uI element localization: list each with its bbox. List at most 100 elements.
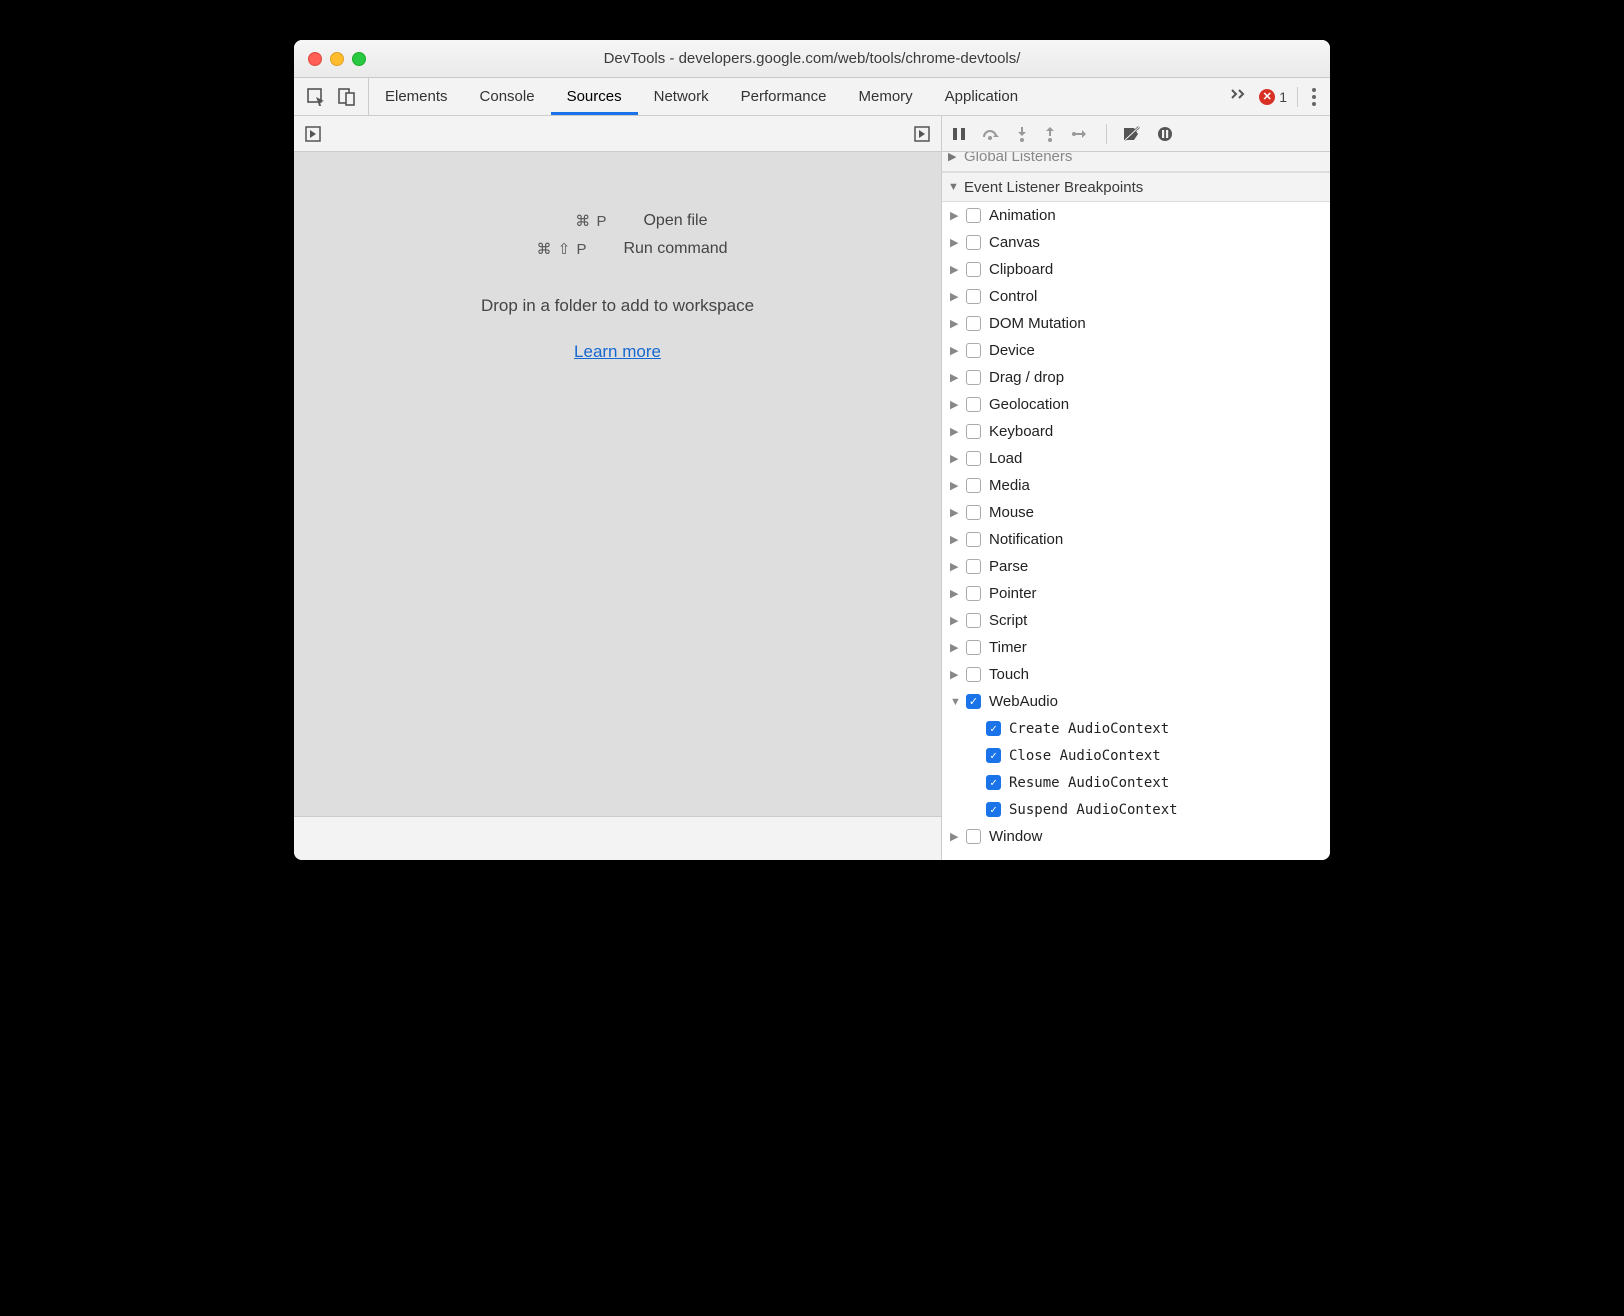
maximize-window-button[interactable] (352, 52, 366, 66)
category-checkbox[interactable] (966, 370, 981, 385)
category-checkbox[interactable] (966, 451, 981, 466)
tab-application[interactable]: Application (929, 78, 1034, 115)
run-command-shortcut: ⌘ ⇧ P (507, 240, 587, 258)
event-category[interactable]: Device (942, 337, 1330, 364)
event-category[interactable]: Keyboard (942, 418, 1330, 445)
event-breakpoint-item[interactable]: Resume AudioContext (942, 769, 1330, 796)
category-checkbox[interactable] (966, 289, 981, 304)
chevron-right-icon (950, 371, 962, 384)
breakpoint-checkbox[interactable] (986, 775, 1001, 790)
event-breakpoint-item[interactable]: Create AudioContext (942, 715, 1330, 742)
step-icon[interactable] (1072, 128, 1090, 140)
category-label: Parse (989, 558, 1028, 575)
show-navigator-icon[interactable] (304, 125, 322, 143)
settings-menu-icon[interactable] (1312, 88, 1316, 106)
category-checkbox[interactable] (966, 262, 981, 277)
category-label: Script (989, 612, 1027, 629)
body: ⌘ P Open file ⌘ ⇧ P Run command Drop in … (294, 116, 1330, 860)
category-checkbox[interactable] (966, 586, 981, 601)
category-checkbox[interactable] (966, 397, 981, 412)
tab-console[interactable]: Console (464, 78, 551, 115)
event-category[interactable]: WebAudio (942, 688, 1330, 715)
learn-more-link[interactable]: Learn more (574, 342, 661, 362)
category-checkbox[interactable] (966, 532, 981, 547)
chevron-right-icon (950, 614, 962, 627)
category-checkbox[interactable] (966, 208, 981, 223)
breakpoint-label: Close AudioContext (1009, 748, 1161, 764)
event-breakpoint-item[interactable]: Close AudioContext (942, 742, 1330, 769)
event-category[interactable]: Geolocation (942, 391, 1330, 418)
device-toolbar-icon[interactable] (338, 87, 356, 107)
category-checkbox[interactable] (966, 478, 981, 493)
category-checkbox[interactable] (966, 613, 981, 628)
pause-on-exceptions-icon[interactable] (1157, 126, 1173, 142)
tab-elements[interactable]: Elements (369, 78, 464, 115)
event-category[interactable]: Media (942, 472, 1330, 499)
show-debugger-icon[interactable] (913, 125, 931, 143)
devtools-window: DevTools - developers.google.com/web/too… (294, 40, 1330, 860)
inspect-controls (294, 78, 369, 115)
event-category[interactable]: Notification (942, 526, 1330, 553)
tab-memory[interactable]: Memory (843, 78, 929, 115)
tab-performance[interactable]: Performance (725, 78, 843, 115)
error-badge[interactable]: ✕ 1 (1259, 89, 1287, 105)
step-into-icon[interactable] (1016, 126, 1028, 142)
chevron-down-icon (948, 181, 960, 193)
event-category[interactable]: Parse (942, 553, 1330, 580)
tab-sources[interactable]: Sources (551, 78, 638, 115)
category-checkbox[interactable] (966, 667, 981, 682)
event-category[interactable]: Window (942, 823, 1330, 850)
event-category[interactable]: Control (942, 283, 1330, 310)
category-label: Media (989, 477, 1030, 494)
event-listener-breakpoints-section[interactable]: Event Listener Breakpoints (942, 172, 1330, 202)
category-checkbox[interactable] (966, 694, 981, 709)
separator (1297, 87, 1298, 107)
minimize-window-button[interactable] (330, 52, 344, 66)
category-checkbox[interactable] (966, 559, 981, 574)
step-over-icon[interactable] (982, 127, 1000, 141)
breakpoint-checkbox[interactable] (986, 721, 1001, 736)
category-checkbox[interactable] (966, 640, 981, 655)
close-window-button[interactable] (308, 52, 322, 66)
deactivate-breakpoints-icon[interactable] (1123, 126, 1141, 142)
category-checkbox[interactable] (966, 235, 981, 250)
event-category[interactable]: DOM Mutation (942, 310, 1330, 337)
chevron-right-icon (950, 344, 962, 357)
category-checkbox[interactable] (966, 829, 981, 844)
event-breakpoint-item[interactable]: Suspend AudioContext (942, 796, 1330, 823)
more-tabs-icon[interactable] (1231, 87, 1249, 106)
category-label: Canvas (989, 234, 1040, 251)
category-checkbox[interactable] (966, 424, 981, 439)
pause-icon[interactable] (952, 127, 966, 141)
event-category[interactable]: Timer (942, 634, 1330, 661)
category-label: Pointer (989, 585, 1037, 602)
event-category[interactable]: Pointer (942, 580, 1330, 607)
chevron-right-icon (950, 317, 962, 330)
event-category[interactable]: Animation (942, 202, 1330, 229)
bottom-strip (294, 816, 941, 860)
category-checkbox[interactable] (966, 505, 981, 520)
event-category[interactable]: Touch (942, 661, 1330, 688)
event-category[interactable]: Load (942, 445, 1330, 472)
chevron-right-icon (950, 560, 962, 573)
inspect-element-icon[interactable] (306, 87, 326, 107)
chevron-right-icon (950, 668, 962, 681)
tab-network[interactable]: Network (638, 78, 725, 115)
debugger-pane: Global Listeners Event Listener Breakpoi… (942, 116, 1330, 860)
breakpoint-checkbox[interactable] (986, 748, 1001, 763)
step-out-icon[interactable] (1044, 126, 1056, 142)
category-label: Device (989, 342, 1035, 359)
event-category[interactable]: Canvas (942, 229, 1330, 256)
global-listeners-section[interactable]: Global Listeners (942, 152, 1330, 172)
event-category[interactable]: Drag / drop (942, 364, 1330, 391)
chevron-right-icon (950, 236, 962, 249)
category-checkbox[interactable] (966, 343, 981, 358)
event-category[interactable]: Script (942, 607, 1330, 634)
category-checkbox[interactable] (966, 316, 981, 331)
sources-empty-state[interactable]: ⌘ P Open file ⌘ ⇧ P Run command Drop in … (294, 152, 941, 816)
breakpoint-checkbox[interactable] (986, 802, 1001, 817)
event-category[interactable]: Mouse (942, 499, 1330, 526)
event-categories-list: Animation Canvas ClipboardControlDOM Mutat… (942, 202, 1330, 850)
tabs-right: ✕ 1 (1217, 78, 1330, 115)
event-category[interactable]: Clipboard (942, 256, 1330, 283)
